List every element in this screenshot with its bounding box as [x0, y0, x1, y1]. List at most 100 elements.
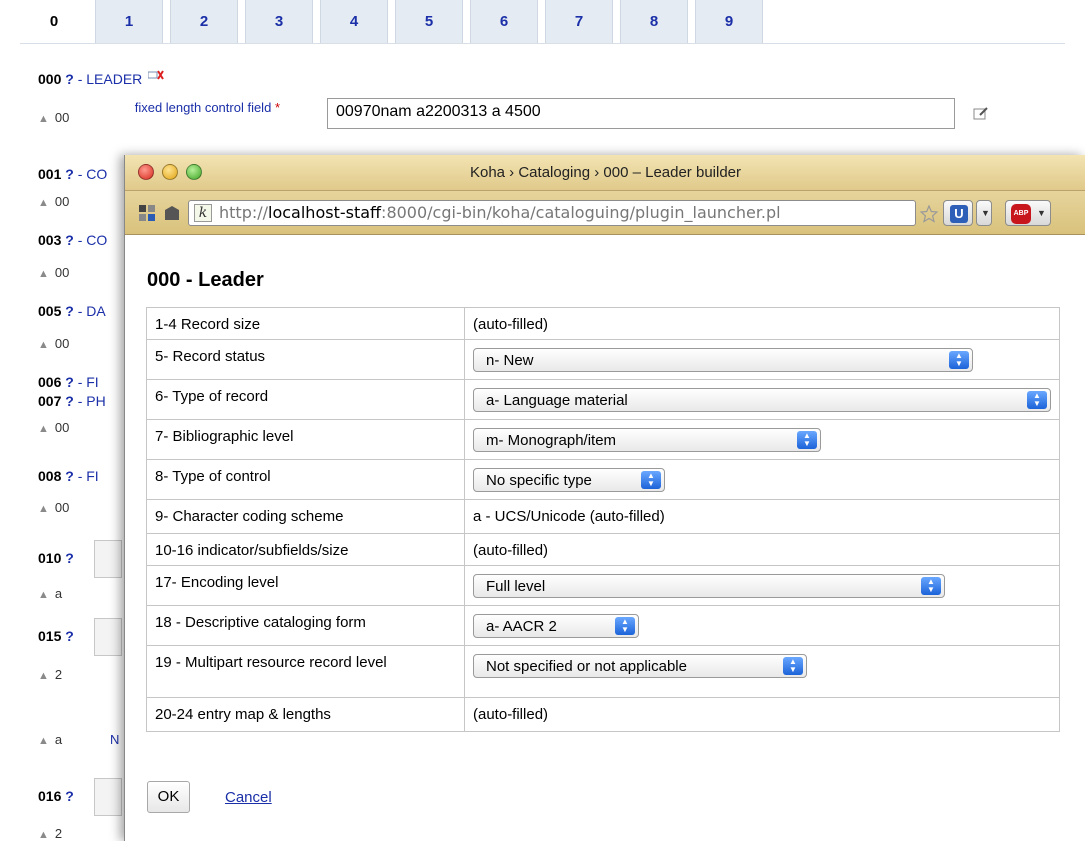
subfield-row: ▲ 00: [38, 194, 70, 209]
table-row: 6- Type of record a- Language material ▲ ▼: [146, 379, 1060, 420]
move-up-icon[interactable]: ▲: [38, 503, 49, 515]
tab-4[interactable]: 4: [320, 0, 388, 44]
tab-2[interactable]: 2: [170, 0, 238, 44]
field-000: 000 ? - LEADER: [38, 70, 165, 87]
tab-3[interactable]: 3: [245, 0, 313, 44]
table-row: 19 - Multipart resource record level Not…: [146, 645, 1060, 698]
tab-9[interactable]: 9: [695, 0, 763, 44]
tab-1[interactable]: 1: [95, 0, 163, 44]
edit-plugin-icon[interactable]: [973, 106, 989, 120]
extension-u-icon: U: [950, 205, 968, 223]
page-title: 000 - Leader: [147, 269, 264, 291]
field-006: 006 ? - FI: [38, 374, 99, 390]
help-link[interactable]: ?: [65, 303, 74, 319]
move-up-icon[interactable]: ▲: [38, 735, 49, 747]
chevron-down-icon: ▼: [981, 208, 990, 218]
leader-input[interactable]: 00970nam a2200313 a 4500: [327, 98, 955, 129]
help-link[interactable]: ?: [65, 374, 74, 390]
select-arrows-icon: ▲ ▼: [949, 351, 969, 369]
extension-u-dropdown[interactable]: ▼: [976, 200, 992, 226]
row-label: 19 - Multipart resource record level: [146, 645, 465, 698]
row-label: 6- Type of record: [146, 379, 465, 420]
ok-button[interactable]: OK: [147, 781, 190, 813]
subfield-row: ▲ a: [38, 586, 63, 601]
subfield-row: ▲ 00: [38, 110, 70, 125]
row-value: (auto-filled): [473, 706, 549, 723]
help-link[interactable]: ?: [65, 628, 74, 644]
encoding-level-select[interactable]: Full level ▲ ▼: [473, 574, 945, 598]
leader-builder-window: Koha › Cataloging › 000 – Leader builder…: [124, 155, 1085, 841]
delete-tag-icon[interactable]: [148, 70, 165, 80]
select-arrows-icon: ▲ ▼: [1027, 391, 1047, 409]
cataloging-form-select[interactable]: a- AACR 2 ▲ ▼: [473, 614, 639, 638]
field-008: 008 ? - FI: [38, 468, 99, 484]
multipart-level-select[interactable]: Not specified or not applicable ▲ ▼: [473, 654, 807, 678]
move-up-icon[interactable]: ▲: [38, 113, 49, 125]
site-identity-icon[interactable]: [138, 204, 156, 222]
help-link[interactable]: ?: [65, 788, 74, 804]
table-row: 18 - Descriptive cataloging form a- AACR…: [146, 605, 1060, 646]
browser-toolbar: k http://localhost-staff:8000/cgi-bin/koh…: [125, 191, 1085, 235]
field-001: 001 ? - CO: [38, 166, 108, 182]
bookmark-bag-icon[interactable]: [163, 204, 181, 222]
tab-7[interactable]: 7: [545, 0, 613, 44]
type-of-control-select[interactable]: No specific type ▲ ▼: [473, 468, 665, 492]
bibliographic-level-select[interactable]: m- Monograph/item ▲ ▼: [473, 428, 821, 452]
bookmark-star-icon[interactable]: [920, 205, 938, 223]
tab-5[interactable]: 5: [395, 0, 463, 44]
tag-description: - LEADER: [77, 71, 143, 87]
row-label: 1-4 Record size: [146, 307, 465, 340]
move-up-icon[interactable]: ▲: [38, 268, 49, 280]
window-titlebar[interactable]: Koha › Cataloging › 000 – Leader builder: [125, 155, 1085, 191]
move-up-icon[interactable]: ▲: [38, 423, 49, 435]
help-link[interactable]: ?: [65, 550, 74, 566]
row-label: 5- Record status: [146, 339, 465, 380]
tab-6[interactable]: 6: [470, 0, 538, 44]
tab-0[interactable]: 0: [20, 0, 88, 44]
favicon-k-icon: k: [194, 204, 212, 222]
adblock-button[interactable]: ABP ▼: [1005, 200, 1051, 226]
record-status-select[interactable]: n- New ▲ ▼: [473, 348, 973, 372]
row-value: a - UCS/Unicode (auto-filled): [473, 508, 665, 525]
subfield-row: ▲ 00: [38, 420, 70, 435]
move-up-icon[interactable]: ▲: [38, 339, 49, 351]
select-arrows-icon: ▲ ▼: [641, 471, 661, 489]
url-bar[interactable]: k http://localhost-staff:8000/cgi-bin/koh…: [188, 200, 916, 226]
table-row: 1-4 Record size (auto-filled): [146, 307, 1060, 340]
help-link[interactable]: ?: [65, 393, 74, 409]
indicator-box[interactable]: [94, 618, 122, 656]
adblock-icon: ABP: [1011, 204, 1031, 224]
table-row: 17- Encoding level Full level ▲ ▼: [146, 565, 1060, 606]
extension-u-button[interactable]: U: [943, 200, 973, 226]
move-up-icon[interactable]: ▲: [38, 670, 49, 682]
tag-number: 000: [38, 71, 62, 87]
subfield-row: ▲ 00: [38, 500, 70, 515]
table-row: 8- Type of control No specific type ▲ ▼: [146, 459, 1060, 500]
field-015: 015 ?: [38, 628, 74, 644]
help-link[interactable]: ?: [65, 71, 74, 87]
select-arrows-icon: ▲ ▼: [921, 577, 941, 595]
move-up-icon[interactable]: ▲: [38, 829, 49, 841]
field-010: 010 ?: [38, 550, 74, 566]
row-value: (auto-filled): [473, 542, 549, 559]
subfield-row: ▲ a: [38, 732, 63, 747]
indicator-box[interactable]: [94, 540, 122, 578]
help-link[interactable]: ?: [65, 468, 74, 484]
subfield-row: ▲ 2: [38, 667, 63, 682]
move-up-icon[interactable]: ▲: [38, 197, 49, 209]
cancel-link[interactable]: Cancel: [225, 789, 272, 806]
move-up-icon[interactable]: ▲: [38, 589, 49, 601]
subfield-row: ▲ 00: [38, 265, 70, 280]
indicator-box[interactable]: [94, 778, 122, 816]
tab-8[interactable]: 8: [620, 0, 688, 44]
subfield-label: N: [110, 732, 120, 747]
help-link[interactable]: ?: [65, 232, 74, 248]
type-of-record-select[interactable]: a- Language material ▲ ▼: [473, 388, 1051, 412]
field-003: 003 ? - CO: [38, 232, 108, 248]
select-arrows-icon: ▲ ▼: [615, 617, 635, 635]
subfield-row: ▲ 2: [38, 826, 63, 841]
table-row: 9- Character coding scheme a - UCS/Unico…: [146, 499, 1060, 534]
table-row: 20-24 entry map & lengths (auto-filled): [146, 697, 1060, 732]
help-link[interactable]: ?: [65, 166, 74, 182]
tab-divider: [20, 43, 1065, 44]
